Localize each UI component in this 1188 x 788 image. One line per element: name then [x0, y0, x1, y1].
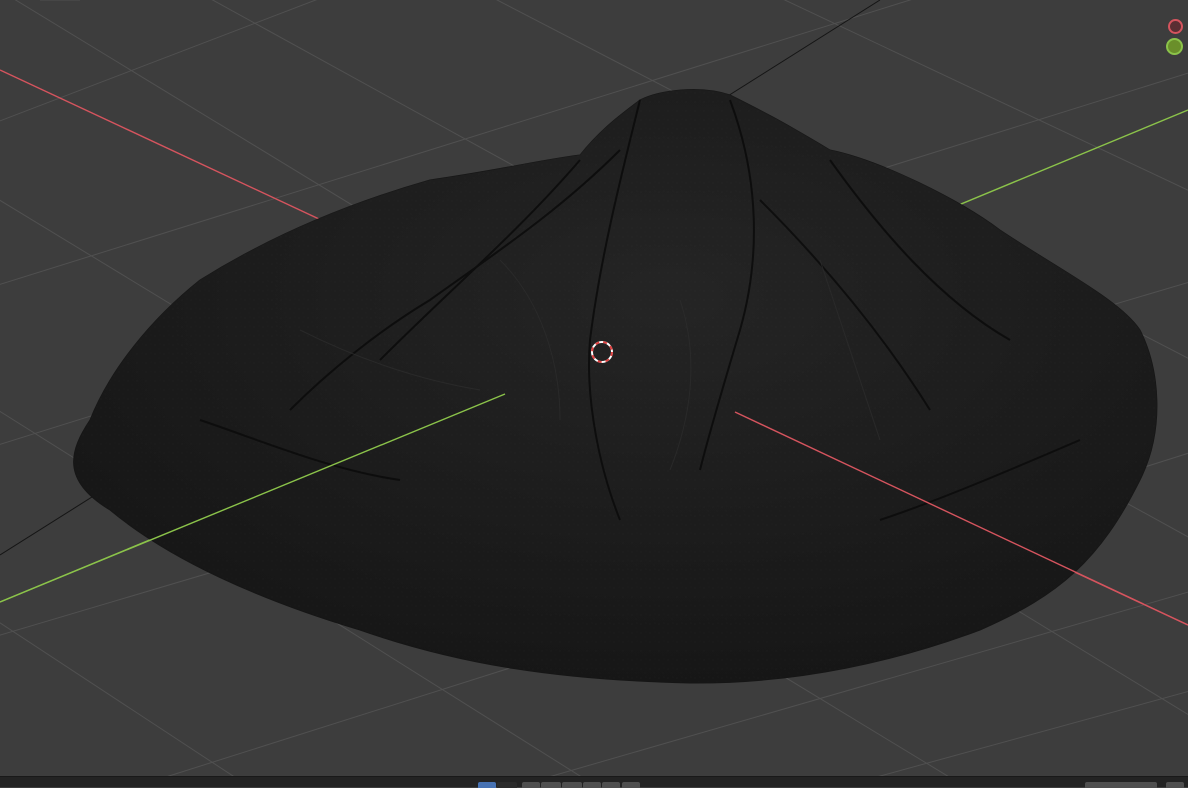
active-mode-button[interactable] — [478, 782, 496, 788]
mode-button[interactable] — [583, 782, 601, 788]
status-toggle[interactable] — [1166, 782, 1184, 788]
mode-button[interactable] — [541, 782, 561, 788]
mode-button[interactable] — [602, 782, 620, 788]
x-axis-gizmo-icon[interactable] — [1168, 19, 1183, 34]
y-axis-gizmo-icon[interactable] — [1166, 38, 1183, 55]
mode-button[interactable] — [562, 782, 582, 788]
mode-button[interactable] — [522, 782, 540, 788]
mode-button[interactable] — [622, 782, 640, 788]
status-bar — [0, 776, 1188, 788]
status-field[interactable] — [1085, 782, 1157, 788]
terrain-mesh[interactable] — [73, 89, 1158, 684]
viewport-canvas[interactable] — [0, 0, 1188, 776]
3d-viewport[interactable] — [0, 0, 1188, 776]
mode-button[interactable] — [497, 782, 517, 788]
